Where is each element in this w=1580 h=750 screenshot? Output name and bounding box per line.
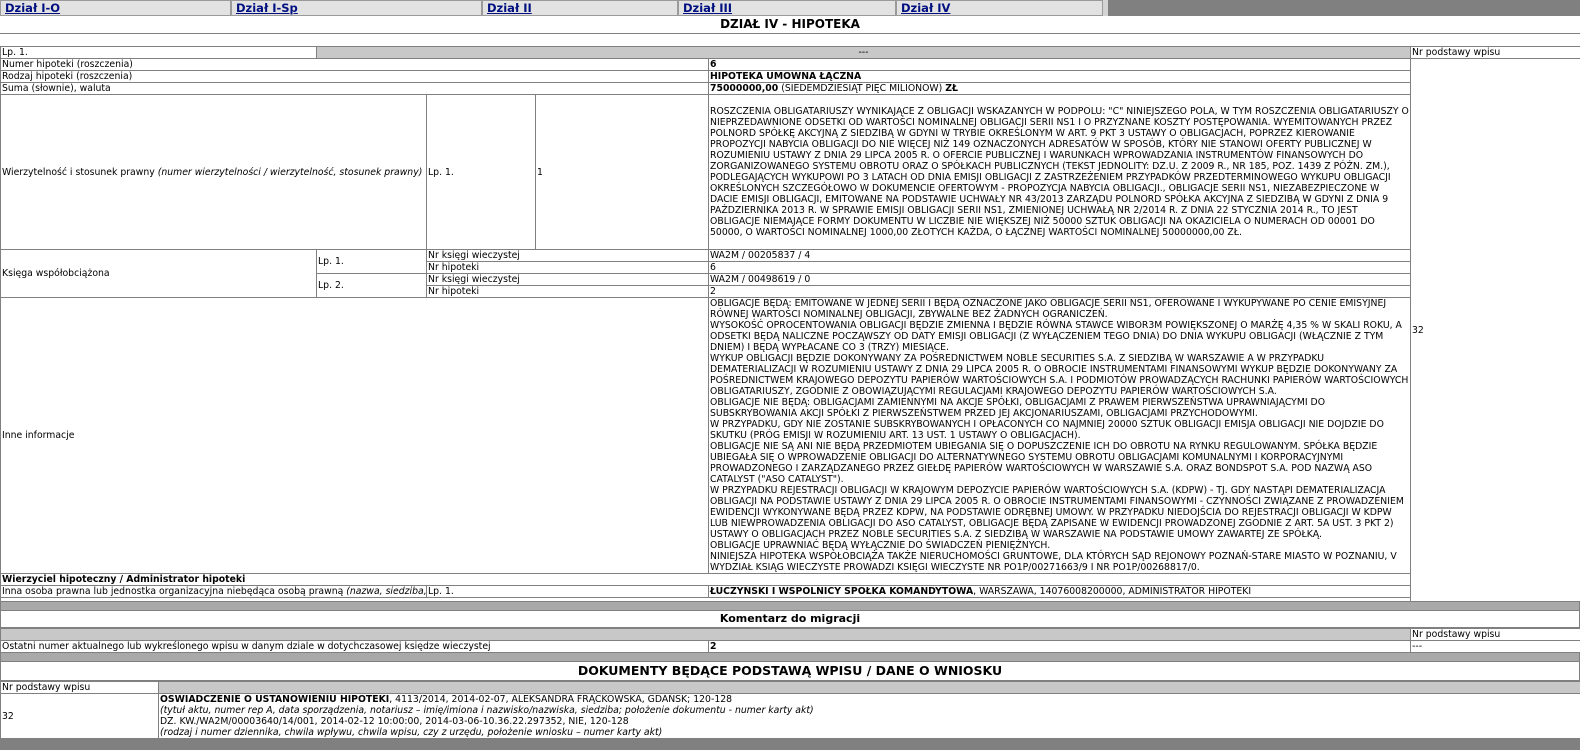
other-info-paragraph: OBLIGACJE UPRAWNIAĆ BĘDĄ WYŁĄCZNIE DO ŚW… bbox=[710, 540, 1051, 551]
migration-basis-header: Nr podstawy wpisu bbox=[1410, 628, 1580, 641]
book2-hip-value: 2 bbox=[708, 285, 1411, 298]
migration-last-value: 2 bbox=[708, 640, 1411, 653]
tab-dzial-i-sp[interactable]: Dział I-Sp bbox=[231, 0, 482, 16]
tab-dzial-ii[interactable]: Dział II bbox=[482, 0, 678, 16]
document-details: , 4113/2014, 2014-02-07, ALEKSANDRA FRĄC… bbox=[389, 694, 733, 706]
register-sheet: DZIAŁ IV - HIPOTEKA Lp. 1. --- Nr podsta… bbox=[0, 16, 1580, 739]
other-info-paragraph: OBLIGACJE BĘDĄ: EMITOWANE W JEDNEJ SERII… bbox=[710, 298, 1387, 321]
book1-hip-label: Nr hipoteki bbox=[426, 261, 709, 274]
other-person-label: Inna osoba prawna lub jednostka organiza… bbox=[0, 585, 427, 598]
claim-table: Lp. 1. 1 bbox=[426, 94, 709, 250]
other-person-lp: Lp. 1. bbox=[426, 585, 709, 598]
other-person-value: ŁUCZYŃSKI I WSPÓLNICY SPÓŁKA KOMANDYTOWA… bbox=[708, 585, 1411, 598]
migration-title: Komentarz do migracji bbox=[0, 610, 1580, 628]
migration-last-label: Ostatni numer aktualnego lub wykreśloneg… bbox=[0, 640, 709, 653]
sum-currency: ZŁ bbox=[945, 83, 958, 94]
basis-value: 32 bbox=[1410, 58, 1580, 602]
mortgage-number-value: 6 bbox=[708, 58, 1411, 71]
separator bbox=[0, 602, 1580, 610]
other-info-paragraph: NINIEJSZA HIPOTEKA WSPÓŁOBCIĄŻA TAKŻE NI… bbox=[710, 551, 1397, 573]
tab-dzial-iv[interactable]: Dział IV bbox=[896, 0, 1103, 16]
other-person-label-text: Inna osoba prawna lub jednostka organiza… bbox=[2, 586, 344, 597]
mortgage-sum-label: Suma (słownie), waluta bbox=[0, 82, 709, 95]
tab-dzial-i-o[interactable]: Dział I-O bbox=[0, 0, 231, 16]
other-info-paragraph: WYSOKOŚĆ OPROCENTOWANIA OBLIGACJI BĘDZIE… bbox=[710, 320, 1402, 353]
book2-hip-label: Nr hipoteki bbox=[426, 285, 709, 298]
documents-basis-value: 32 bbox=[0, 693, 159, 739]
book1-kw-value: WA2M / 00205837 / 4 bbox=[708, 249, 1411, 262]
mortgage-type-value: HIPOTEKA UMOWNA ŁĄCZNA bbox=[708, 70, 1411, 83]
tab-dzial-iii[interactable]: Dział III bbox=[678, 0, 896, 16]
co-encumbered-book-label: Księga współobciążona bbox=[0, 249, 317, 298]
document-hint: (tytuł aktu, numer rep A, data sporządze… bbox=[160, 705, 814, 716]
entry-dashes: --- bbox=[316, 46, 1411, 59]
mortgage-entry-table: Lp. 1. --- Nr podstawy wpisu Numer hipot… bbox=[0, 46, 1580, 602]
other-person-label-hint: (nazwa, siedziba, REGON, administrator h… bbox=[346, 586, 427, 597]
documents-basis-header: Nr podstawy wpisu bbox=[0, 681, 159, 694]
documents-table: Nr podstawy wpisu 32 OŚWIADCZENIE O USTA… bbox=[0, 681, 1580, 739]
book2-lp: Lp. 2. bbox=[316, 273, 427, 298]
sum-amount: 75000000,00 bbox=[710, 83, 779, 94]
section-title: DZIAŁ IV - HIPOTEKA bbox=[0, 16, 1580, 34]
section-tabs: Dział I-O Dział I-Sp Dział II Dział III … bbox=[0, 0, 1108, 16]
mortgage-number-label: Numer hipoteki (roszczenia) bbox=[0, 58, 709, 71]
other-info-paragraph: WYKUP OBLIGACJI BĘDZIE DOKONYWANY ZA POŚ… bbox=[710, 353, 1409, 397]
other-info-label: Inne informacje bbox=[0, 297, 709, 574]
migration-last-basis: --- bbox=[1410, 640, 1580, 653]
book1-hip-value: 6 bbox=[708, 261, 1411, 274]
other-info-paragraph: OBLIGACJE NIE SĄ ANI NIE BĘDĄ PRZEDMIOTE… bbox=[710, 441, 1378, 485]
claim-text: ROSZCZENIA OBLIGATARIUSZY WYNIKAJĄCE Z O… bbox=[708, 94, 1411, 250]
other-info-paragraph: W PRZYPADKU, GDY NIE ZOSTANIE SUBSKRYBOW… bbox=[710, 419, 1384, 441]
creditor-details: , WARSZAWA, 14076008200000, ADMINISTRATO… bbox=[973, 586, 1252, 597]
other-info-paragraph: W PRZYPADKU REJESTRACJI OBLIGACJI W KRAJ… bbox=[710, 485, 1404, 540]
document-title: OŚWIADCZENIE O USTANOWIENIU HIPOTEKI bbox=[160, 694, 390, 706]
other-info-paragraph: OBLIGACJE NIE BĘDĄ: OBLIGACJAMI ZAMIENNY… bbox=[710, 397, 1326, 419]
claim-label: Wierzytelność i stosunek prawny (numer w… bbox=[0, 94, 427, 250]
application-hint: (rodzaj i numer dziennika, chwila wpływu… bbox=[160, 727, 663, 738]
claim-label-hint: (numer wierzytelności / wierzytelność, s… bbox=[157, 166, 423, 178]
creditor-header: Wierzyciel hipoteczny / Administrator hi… bbox=[0, 573, 1411, 586]
mortgage-sum-value: 75000000,00 (SIEDEMDZIESIĄT PIĘĆ MILIONÓ… bbox=[708, 82, 1411, 95]
documents-details: OŚWIADCZENIE O USTANOWIENIU HIPOTEKI, 41… bbox=[158, 693, 1580, 739]
migration-table: Nr podstawy wpisu Ostatni numer aktualne… bbox=[0, 628, 1580, 653]
entry-header-row: Lp. 1. --- Nr podstawy wpisu bbox=[0, 46, 1580, 59]
claim-lp: Lp. 1. bbox=[427, 95, 536, 249]
other-info-text: OBLIGACJE BĘDĄ: EMITOWANE W JEDNEJ SERII… bbox=[708, 297, 1411, 574]
application-details: DZ. KW./WA2M/00003640/14/001, 2014-02-12… bbox=[160, 716, 629, 727]
book2-kw-label: Nr księgi wieczystej bbox=[426, 273, 709, 286]
creditor-name: ŁUCZYŃSKI I WSPÓLNICY SPÓŁKA KOMANDYTOWA bbox=[710, 586, 974, 597]
book1-lp: Lp. 1. bbox=[316, 249, 427, 274]
basis-header: Nr podstawy wpisu bbox=[1410, 46, 1580, 59]
documents-title: DOKUMENTY BĘDĄCE PODSTAWĄ WPISU / DANE O… bbox=[0, 661, 1580, 681]
claim-label-text: Wierzytelność i stosunek prawny bbox=[2, 166, 155, 178]
mortgage-type-label: Rodzaj hipoteki (roszczenia) bbox=[0, 70, 709, 83]
book1-kw-label: Nr księgi wieczystej bbox=[426, 249, 709, 262]
sum-words: (SIEDEMDZIESIĄT PIĘĆ MILIONÓW) bbox=[781, 83, 943, 94]
book2-kw-value: WA2M / 00498619 / 0 bbox=[708, 273, 1411, 286]
entry-lp: Lp. 1. bbox=[0, 46, 317, 59]
claim-number: 1 bbox=[537, 166, 543, 178]
separator bbox=[0, 653, 1580, 661]
